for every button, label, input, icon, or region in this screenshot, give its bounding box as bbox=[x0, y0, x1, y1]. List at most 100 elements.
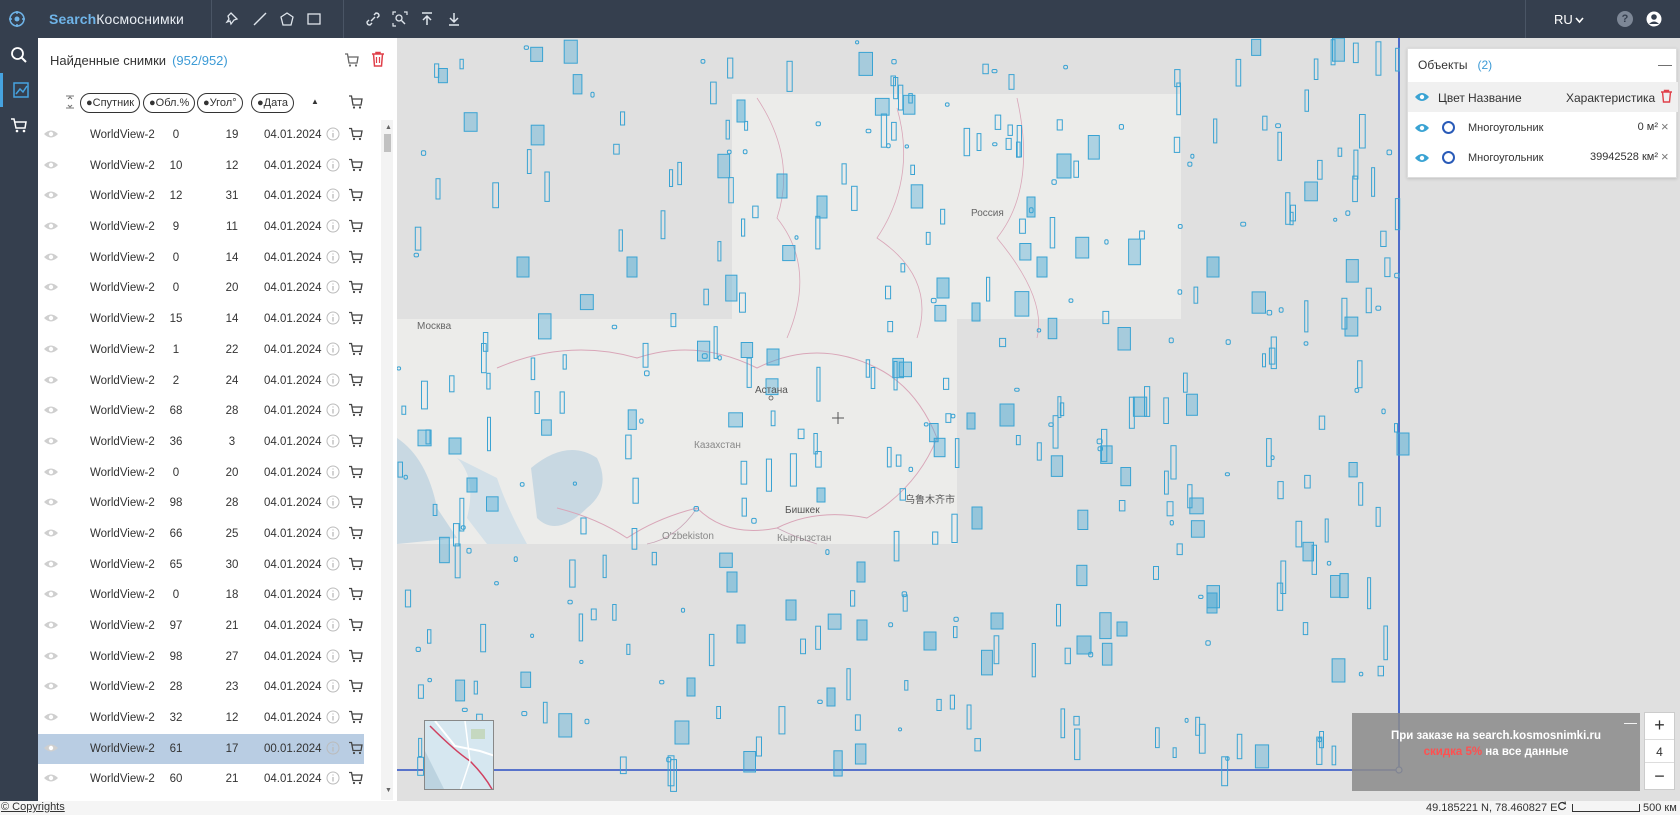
info-icon[interactable] bbox=[326, 495, 340, 509]
image-footprint[interactable] bbox=[728, 412, 744, 428]
add-to-cart-icon[interactable] bbox=[348, 771, 364, 785]
image-footprint[interactable] bbox=[933, 437, 946, 458]
image-footprint-strip[interactable] bbox=[516, 256, 530, 278]
image-footprint-strip[interactable] bbox=[856, 619, 868, 641]
eye-icon[interactable] bbox=[43, 343, 59, 355]
image-footprint[interactable] bbox=[1047, 317, 1058, 340]
info-icon[interactable] bbox=[326, 710, 340, 724]
eye-icon[interactable] bbox=[43, 466, 59, 478]
add-to-cart-icon[interactable] bbox=[348, 434, 364, 448]
image-footprint[interactable] bbox=[558, 713, 573, 738]
image-footprint-strip[interactable] bbox=[785, 599, 797, 621]
image-footprint-strip[interactable] bbox=[923, 631, 937, 651]
image-footprint[interactable] bbox=[1087, 135, 1100, 160]
eye-icon[interactable] bbox=[43, 159, 59, 171]
copyrights-link[interactable]: © Copyrights bbox=[1, 801, 65, 813]
close-icon[interactable]: × bbox=[1661, 149, 1669, 164]
info-icon[interactable] bbox=[326, 557, 340, 571]
table-row[interactable]: WorldView-2 60 21 04.01.2024 bbox=[38, 764, 364, 795]
image-footprint[interactable] bbox=[486, 496, 499, 512]
object-color-swatch[interactable] bbox=[1442, 121, 1455, 134]
add-to-cart-icon[interactable] bbox=[348, 373, 364, 387]
image-footprint-strip[interactable] bbox=[448, 437, 462, 455]
rail-results-button[interactable] bbox=[0, 73, 38, 107]
add-to-cart-icon[interactable] bbox=[348, 158, 364, 172]
image-footprint[interactable] bbox=[854, 743, 867, 765]
refresh-icon[interactable] bbox=[1557, 801, 1567, 814]
sort-satellite-button[interactable]: ●Спутник bbox=[80, 93, 141, 113]
add-to-cart-icon[interactable] bbox=[348, 526, 364, 540]
image-footprint[interactable] bbox=[725, 274, 738, 302]
info-icon[interactable] bbox=[326, 158, 340, 172]
image-footprint-strip[interactable] bbox=[971, 302, 981, 322]
add-to-cart-icon[interactable] bbox=[348, 495, 364, 509]
draw-rectangle-button[interactable] bbox=[305, 10, 323, 28]
sort-date-button[interactable]: ●Дата bbox=[251, 93, 295, 113]
image-footprint[interactable] bbox=[1330, 575, 1341, 598]
draw-polygon-button[interactable] bbox=[278, 10, 296, 28]
minimap[interactable] bbox=[424, 720, 494, 790]
image-footprint[interactable] bbox=[1019, 243, 1032, 261]
info-icon[interactable] bbox=[326, 434, 340, 448]
table-row[interactable]: WorldView-2 97 21 04.01.2024 bbox=[38, 611, 364, 642]
image-footprint[interactable] bbox=[1014, 291, 1030, 317]
logo-icon[interactable] bbox=[8, 10, 26, 28]
table-row[interactable]: WorldView-2 28 23 04.01.2024 bbox=[38, 672, 364, 703]
image-footprint[interactable] bbox=[1254, 744, 1270, 769]
table-row[interactable]: WorldView-2 0 19 04.01.2024 bbox=[38, 120, 364, 151]
image-footprint[interactable] bbox=[1099, 612, 1112, 640]
image-footprint-strip[interactable] bbox=[816, 195, 828, 219]
add-to-cart-icon[interactable] bbox=[348, 188, 364, 202]
trash-icon[interactable] bbox=[1660, 89, 1673, 103]
zoom-out-button[interactable]: − bbox=[1645, 764, 1674, 788]
draw-line-button[interactable] bbox=[251, 10, 269, 28]
zoom-in-button[interactable]: + bbox=[1645, 713, 1674, 737]
add-to-cart-icon[interactable] bbox=[348, 311, 364, 325]
image-footprint[interactable] bbox=[1339, 573, 1349, 599]
add-to-cart-icon[interactable] bbox=[348, 219, 364, 233]
image-footprint[interactable] bbox=[627, 409, 637, 430]
eye-icon[interactable] bbox=[43, 496, 59, 508]
image-footprint-strip[interactable] bbox=[1036, 256, 1048, 278]
image-footprint-strip[interactable] bbox=[1206, 592, 1218, 614]
info-icon[interactable] bbox=[326, 373, 340, 387]
table-row[interactable]: WorldView-2 9 11 04.01.2024 bbox=[38, 212, 364, 243]
image-footprint[interactable] bbox=[538, 313, 552, 340]
scroll-thumb[interactable] bbox=[384, 134, 391, 152]
image-footprint-strip[interactable] bbox=[971, 506, 983, 530]
info-icon[interactable] bbox=[326, 771, 340, 785]
add-to-cart-icon[interactable] bbox=[348, 280, 364, 294]
sort-cloud-button[interactable]: ●Обл.% bbox=[143, 93, 196, 113]
image-footprint[interactable] bbox=[579, 294, 594, 311]
image-footprint-strip[interactable] bbox=[826, 687, 836, 707]
image-footprint[interactable] bbox=[719, 552, 733, 568]
info-icon[interactable] bbox=[326, 127, 340, 141]
info-icon[interactable] bbox=[326, 280, 340, 294]
image-footprint[interactable] bbox=[530, 46, 544, 62]
table-row[interactable]: WorldView-2 66 25 04.01.2024 bbox=[38, 519, 364, 550]
image-footprint[interactable] bbox=[1128, 238, 1141, 266]
table-row[interactable]: WorldView-2 0 14 04.01.2024 bbox=[38, 243, 364, 274]
image-footprint[interactable] bbox=[827, 613, 842, 630]
image-footprint[interactable] bbox=[697, 340, 711, 362]
image-footprint[interactable] bbox=[563, 39, 578, 64]
object-color-swatch[interactable] bbox=[1442, 151, 1455, 164]
image-footprint[interactable] bbox=[455, 679, 466, 702]
eye-icon[interactable] bbox=[43, 435, 59, 447]
image-footprint[interactable] bbox=[874, 97, 890, 116]
info-icon[interactable] bbox=[326, 679, 340, 693]
image-footprint[interactable] bbox=[833, 750, 843, 777]
image-footprint[interactable] bbox=[572, 74, 583, 95]
eye-icon[interactable] bbox=[43, 558, 59, 570]
table-row[interactable]: WorldView-2 98 27 04.01.2024 bbox=[38, 642, 364, 673]
search-area-button[interactable] bbox=[391, 10, 409, 28]
add-to-cart-icon[interactable] bbox=[348, 741, 364, 755]
image-footprint[interactable] bbox=[1117, 327, 1131, 351]
eye-icon[interactable] bbox=[43, 588, 59, 600]
image-footprint-strip[interactable] bbox=[1026, 196, 1036, 218]
eye-icon[interactable] bbox=[1414, 122, 1430, 134]
add-to-cart-icon[interactable] bbox=[348, 342, 364, 356]
table-row[interactable]: WorldView-2 0 20 04.01.2024 bbox=[38, 458, 364, 489]
table-row[interactable]: WorldView-2 15 14 04.01.2024 bbox=[38, 304, 364, 335]
eye-icon[interactable] bbox=[43, 527, 59, 539]
